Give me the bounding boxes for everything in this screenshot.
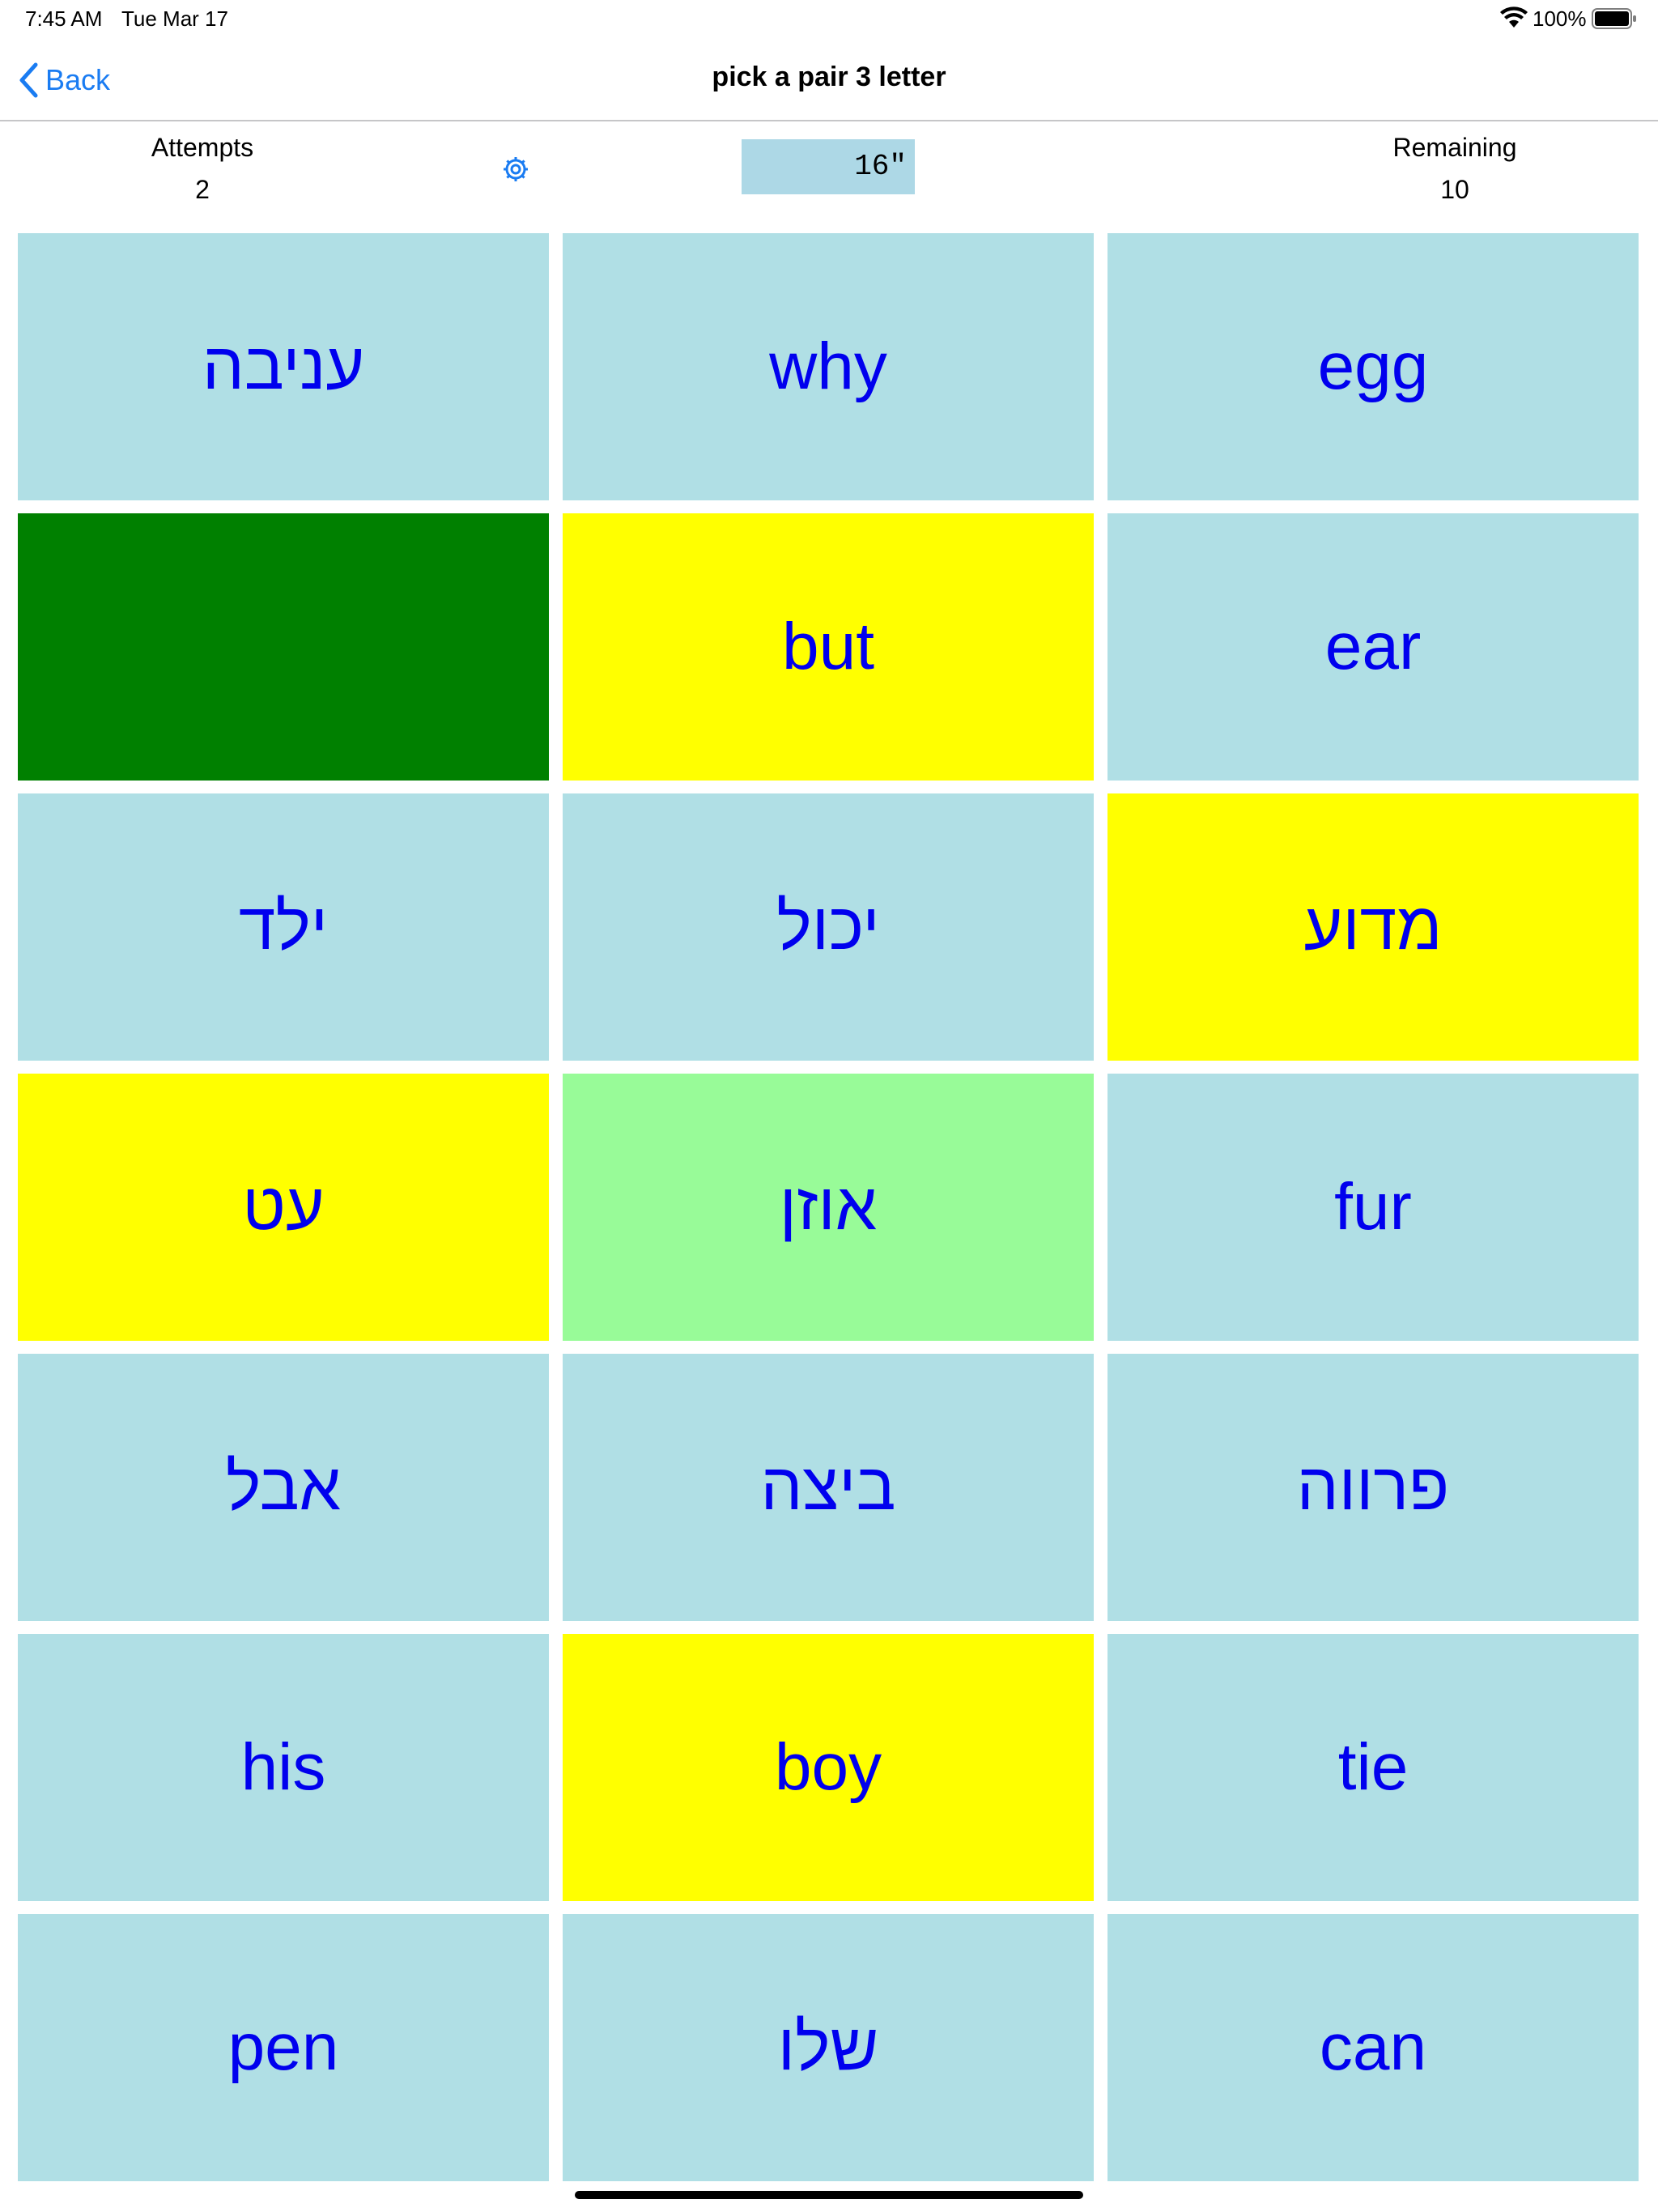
word-card[interactable]: egg xyxy=(1107,233,1639,500)
word-card[interactable]: pen xyxy=(18,1914,549,2181)
nav-bar: Back pick a pair 3 letter xyxy=(0,39,1658,121)
status-bar: 7:45 AM Tue Mar 17 100% xyxy=(0,0,1658,39)
home-indicator xyxy=(575,2191,1083,2199)
timer-display: 16" xyxy=(742,139,915,194)
word-card[interactable]: fur xyxy=(1107,1074,1639,1341)
word-card[interactable]: אוזן xyxy=(563,1074,1094,1341)
remaining-stat: Remaining 10 xyxy=(1333,131,1576,206)
status-time: 7:45 AM xyxy=(25,6,103,31)
word-card[interactable]: שלו xyxy=(563,1914,1094,2181)
word-card[interactable]: his xyxy=(18,1634,549,1901)
gear-icon[interactable] xyxy=(501,155,530,184)
page-title: pick a pair 3 letter xyxy=(712,62,946,92)
attempts-value: 2 xyxy=(195,175,210,204)
remaining-label: Remaining xyxy=(1392,133,1517,162)
word-card[interactable]: פרווה xyxy=(1107,1354,1639,1621)
word-card[interactable]: מדוע xyxy=(1107,793,1639,1061)
word-card[interactable]: ביצה xyxy=(563,1354,1094,1621)
word-card[interactable]: עניבה xyxy=(18,233,549,500)
status-date: Tue Mar 17 xyxy=(121,6,228,31)
word-card[interactable]: tie xyxy=(1107,1634,1639,1901)
word-card[interactable]: אבל xyxy=(18,1354,549,1621)
battery-percent: 100% xyxy=(1533,6,1587,31)
word-card[interactable]: boy xyxy=(563,1634,1094,1901)
word-card[interactable]: can xyxy=(1107,1914,1639,2181)
word-card[interactable]: ear xyxy=(1107,513,1639,781)
attempts-label: Attempts xyxy=(151,133,254,162)
word-card[interactable]: יכול xyxy=(563,793,1094,1061)
word-card[interactable]: ילד xyxy=(18,793,549,1061)
wifi-icon xyxy=(1500,6,1528,28)
word-card[interactable]: why xyxy=(563,233,1094,500)
word-card[interactable] xyxy=(18,513,549,781)
word-card[interactable]: but xyxy=(563,513,1094,781)
word-card[interactable]: עט xyxy=(18,1074,549,1341)
battery-icon xyxy=(1592,8,1636,29)
attempts-stat: Attempts 2 xyxy=(81,131,324,206)
remaining-value: 10 xyxy=(1440,175,1469,204)
